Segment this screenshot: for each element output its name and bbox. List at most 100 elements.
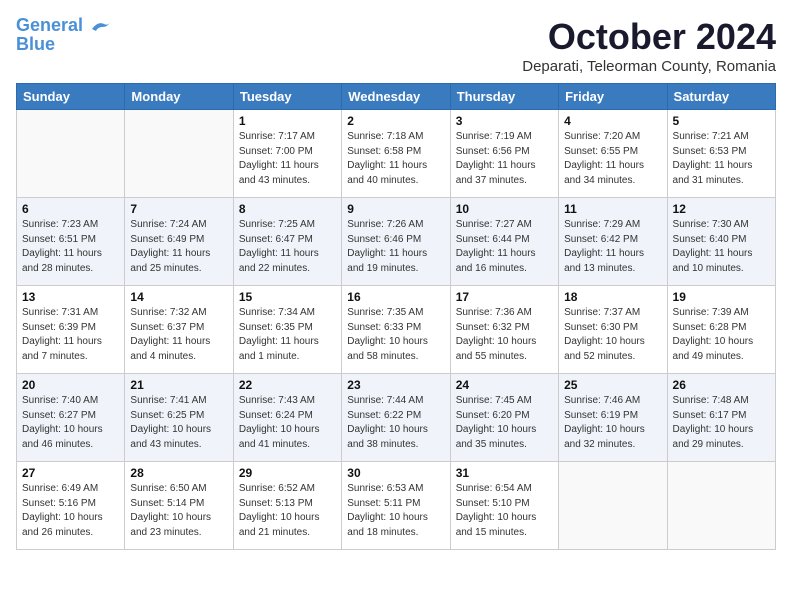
day-number: 20 (22, 378, 119, 392)
day-number: 28 (130, 466, 227, 480)
day-info: Sunrise: 7:19 AM Sunset: 6:56 PM Dayligh… (456, 130, 553, 188)
day-info: Sunrise: 7:43 AM Sunset: 6:24 PM Dayligh… (239, 394, 336, 452)
day-info: Sunrise: 7:23 AM Sunset: 6:51 PM Dayligh… (22, 218, 119, 276)
page-header: General Blue October 2024 Deparati, Tele… (16, 16, 776, 75)
weekday-header-monday: Monday (125, 84, 233, 110)
calendar-cell: 22 Sunrise: 7:43 AM Sunset: 6:24 PM Dayli… (233, 374, 341, 462)
day-info: Sunrise: 7:25 AM Sunset: 6:47 PM Dayligh… (239, 218, 336, 276)
day-info: Sunrise: 7:17 AM Sunset: 7:00 PM Dayligh… (239, 130, 336, 188)
calendar-cell: 6 Sunrise: 7:23 AM Sunset: 6:51 PM Daylig… (17, 198, 125, 286)
day-number: 30 (347, 466, 444, 480)
calendar-cell: 26Sunrise: 7:48 AM Sunset: 6:17 PM Dayli… (667, 374, 775, 462)
day-info: Sunrise: 7:20 AM Sunset: 6:55 PM Dayligh… (564, 130, 661, 188)
day-number: 7 (130, 202, 227, 216)
day-info: Sunrise: 7:24 AM Sunset: 6:49 PM Dayligh… (130, 218, 227, 276)
calendar-cell: 4Sunrise: 7:20 AM Sunset: 6:55 PM Daylig… (559, 110, 667, 198)
day-info: Sunrise: 6:50 AM Sunset: 5:14 PM Dayligh… (130, 482, 227, 540)
day-info: Sunrise: 6:49 AM Sunset: 5:16 PM Dayligh… (22, 482, 119, 540)
day-info: Sunrise: 7:46 AM Sunset: 6:19 PM Dayligh… (564, 394, 661, 452)
calendar-cell: 10Sunrise: 7:27 AM Sunset: 6:44 PM Dayli… (450, 198, 558, 286)
day-number: 11 (564, 202, 661, 216)
day-number: 1 (239, 114, 336, 128)
day-number: 8 (239, 202, 336, 216)
day-info: Sunrise: 7:32 AM Sunset: 6:37 PM Dayligh… (130, 306, 227, 364)
calendar-cell: 3 Sunrise: 7:19 AM Sunset: 6:56 PM Daylig… (450, 110, 558, 198)
calendar-cell: 5Sunrise: 7:21 AM Sunset: 6:53 PM Daylig… (667, 110, 775, 198)
calendar-cell: 9 Sunrise: 7:26 AM Sunset: 6:46 PM Daylig… (342, 198, 450, 286)
day-number: 24 (456, 378, 553, 392)
day-number: 21 (130, 378, 227, 392)
day-info: Sunrise: 7:26 AM Sunset: 6:46 PM Dayligh… (347, 218, 444, 276)
day-info: Sunrise: 6:54 AM Sunset: 5:10 PM Dayligh… (456, 482, 553, 540)
day-number: 26 (673, 378, 770, 392)
logo: General Blue (16, 16, 112, 55)
day-number: 13 (22, 290, 119, 304)
calendar-cell: 23 Sunrise: 7:44 AM Sunset: 6:22 PM Dayli… (342, 374, 450, 462)
weekday-header-tuesday: Tuesday (233, 84, 341, 110)
weekday-header-thursday: Thursday (450, 84, 558, 110)
day-info: Sunrise: 7:40 AM Sunset: 6:27 PM Dayligh… (22, 394, 119, 452)
calendar-cell: 31 Sunrise: 6:54 AM Sunset: 5:10 PM Dayli… (450, 462, 558, 550)
day-info: Sunrise: 7:37 AM Sunset: 6:30 PM Dayligh… (564, 306, 661, 364)
day-number: 29 (239, 466, 336, 480)
day-info: Sunrise: 7:34 AM Sunset: 6:35 PM Dayligh… (239, 306, 336, 364)
day-number: 25 (564, 378, 661, 392)
day-number: 6 (22, 202, 119, 216)
day-info: Sunrise: 6:52 AM Sunset: 5:13 PM Dayligh… (239, 482, 336, 540)
day-number: 16 (347, 290, 444, 304)
day-info: Sunrise: 7:39 AM Sunset: 6:28 PM Dayligh… (673, 306, 770, 364)
calendar-cell: 25 Sunrise: 7:46 AM Sunset: 6:19 PM Dayli… (559, 374, 667, 462)
day-number: 23 (347, 378, 444, 392)
calendar-cell: 21Sunrise: 7:41 AM Sunset: 6:25 PM Dayli… (125, 374, 233, 462)
calendar-cell (125, 110, 233, 198)
day-number: 31 (456, 466, 553, 480)
calendar-cell: 20 Sunrise: 7:40 AM Sunset: 6:27 PM Dayli… (17, 374, 125, 462)
day-number: 22 (239, 378, 336, 392)
month-title: October 2024 (522, 16, 776, 58)
calendar-week-row: 6 Sunrise: 7:23 AM Sunset: 6:51 PM Daylig… (17, 198, 776, 286)
calendar-cell: 12Sunrise: 7:30 AM Sunset: 6:40 PM Dayli… (667, 198, 775, 286)
calendar-cell: 11 Sunrise: 7:29 AM Sunset: 6:42 PM Dayli… (559, 198, 667, 286)
day-number: 9 (347, 202, 444, 216)
calendar-cell: 19Sunrise: 7:39 AM Sunset: 6:28 PM Dayli… (667, 286, 775, 374)
calendar-cell (667, 462, 775, 550)
day-number: 14 (130, 290, 227, 304)
weekday-header-saturday: Saturday (667, 84, 775, 110)
calendar-cell: 13Sunrise: 7:31 AM Sunset: 6:39 PM Dayli… (17, 286, 125, 374)
calendar-cell: 29 Sunrise: 6:52 AM Sunset: 5:13 PM Dayli… (233, 462, 341, 550)
calendar-cell: 18 Sunrise: 7:37 AM Sunset: 6:30 PM Dayli… (559, 286, 667, 374)
day-number: 3 (456, 114, 553, 128)
day-info: Sunrise: 7:27 AM Sunset: 6:44 PM Dayligh… (456, 218, 553, 276)
day-info: Sunrise: 7:29 AM Sunset: 6:42 PM Dayligh… (564, 218, 661, 276)
calendar-cell: 15 Sunrise: 7:34 AM Sunset: 6:35 PM Dayli… (233, 286, 341, 374)
calendar-cell: 17 Sunrise: 7:36 AM Sunset: 6:32 PM Dayli… (450, 286, 558, 374)
day-info: Sunrise: 7:35 AM Sunset: 6:33 PM Dayligh… (347, 306, 444, 364)
calendar-week-row: 20 Sunrise: 7:40 AM Sunset: 6:27 PM Dayli… (17, 374, 776, 462)
calendar-week-row: 13Sunrise: 7:31 AM Sunset: 6:39 PM Dayli… (17, 286, 776, 374)
weekday-header-friday: Friday (559, 84, 667, 110)
weekday-header-row: SundayMondayTuesdayWednesdayThursdayFrid… (17, 84, 776, 110)
day-info: Sunrise: 6:53 AM Sunset: 5:11 PM Dayligh… (347, 482, 444, 540)
calendar-cell: 27 Sunrise: 6:49 AM Sunset: 5:16 PM Dayli… (17, 462, 125, 550)
calendar-cell: 14 Sunrise: 7:32 AM Sunset: 6:37 PM Dayli… (125, 286, 233, 374)
calendar-cell: 8 Sunrise: 7:25 AM Sunset: 6:47 PM Daylig… (233, 198, 341, 286)
day-number: 18 (564, 290, 661, 304)
calendar-cell: 16 Sunrise: 7:35 AM Sunset: 6:33 PM Dayli… (342, 286, 450, 374)
day-number: 15 (239, 290, 336, 304)
calendar-cell: 2Sunrise: 7:18 AM Sunset: 6:58 PM Daylig… (342, 110, 450, 198)
day-info: Sunrise: 7:45 AM Sunset: 6:20 PM Dayligh… (456, 394, 553, 452)
day-number: 27 (22, 466, 119, 480)
day-number: 17 (456, 290, 553, 304)
logo-bird-icon (90, 19, 112, 33)
day-info: Sunrise: 7:44 AM Sunset: 6:22 PM Dayligh… (347, 394, 444, 452)
weekday-header-wednesday: Wednesday (342, 84, 450, 110)
day-info: Sunrise: 7:18 AM Sunset: 6:58 PM Dayligh… (347, 130, 444, 188)
calendar-cell (559, 462, 667, 550)
calendar-cell: 1 Sunrise: 7:17 AM Sunset: 7:00 PM Daylig… (233, 110, 341, 198)
day-info: Sunrise: 7:30 AM Sunset: 6:40 PM Dayligh… (673, 218, 770, 276)
location-title: Deparati, Teleorman County, Romania (522, 58, 776, 75)
day-number: 5 (673, 114, 770, 128)
title-block: October 2024 Deparati, Teleorman County,… (522, 16, 776, 75)
day-info: Sunrise: 7:36 AM Sunset: 6:32 PM Dayligh… (456, 306, 553, 364)
calendar-cell: 7 Sunrise: 7:24 AM Sunset: 6:49 PM Daylig… (125, 198, 233, 286)
